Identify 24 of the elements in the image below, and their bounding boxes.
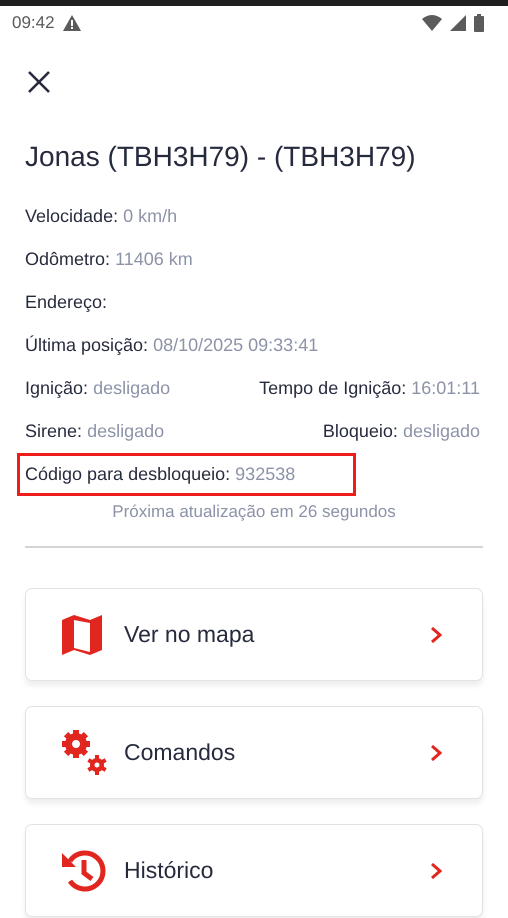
detail-text: Bloqueio: desligado xyxy=(322,421,480,442)
update-notice: Próxima atualização em 26 segundos xyxy=(111,502,397,522)
vehicle-title: Jonas (TBH3H79) - (TBH3H79) xyxy=(25,141,417,173)
detail-text: Tempo de Ignição: 16:01:11 xyxy=(259,378,480,399)
chevron-icon xyxy=(430,862,442,880)
signal-icon xyxy=(450,15,466,31)
detail-text: Endereço: xyxy=(25,292,108,313)
gears-icon xyxy=(60,728,108,776)
chevron-icon xyxy=(430,744,442,762)
map-icon xyxy=(60,614,104,656)
menu-card[interactable]: Ver no mapa xyxy=(25,588,483,681)
status-time: 09:42 xyxy=(12,13,55,33)
detail-text: Sirene: desligado xyxy=(25,421,164,442)
wifi-icon xyxy=(422,15,442,31)
battery-icon xyxy=(474,14,484,32)
menu-card[interactable]: Histórico xyxy=(25,824,483,917)
detail-text: Ignição: desligado xyxy=(25,378,170,399)
chevron-icon xyxy=(430,626,442,644)
menu-card[interactable]: Comandos xyxy=(25,706,483,799)
detail-text: Odômetro: 11406 km xyxy=(25,249,193,270)
detail-text: Última posição: 08/10/2025 09:33:41 xyxy=(25,335,318,356)
detail-text: Código para desbloqueio: 932538 xyxy=(25,464,296,485)
detail-text: Velocidade: 0 km/h xyxy=(25,206,178,227)
warning-icon xyxy=(62,15,81,31)
